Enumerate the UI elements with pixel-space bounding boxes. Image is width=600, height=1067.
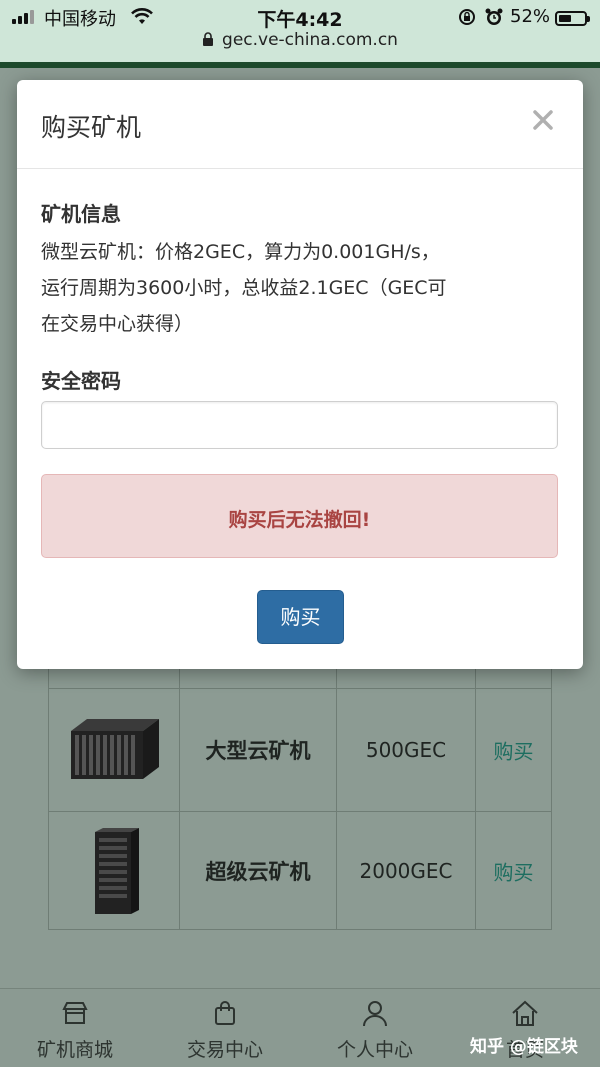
product-table: 大型云矿机 500GEC 购买 超级云矿机 2000GEC 购买 (48, 658, 552, 930)
product-name: 大型云矿机 (205, 739, 311, 763)
password-label: 安全密码 (41, 369, 121, 393)
address-bar[interactable]: gec.ve-china.com.cn (0, 30, 600, 58)
nav-label: 个人中心 (336, 1039, 413, 1061)
password-input[interactable] (41, 401, 558, 449)
product-price: 2000GEC (359, 859, 453, 883)
battery-icon (555, 11, 590, 26)
watermark: 知乎 @链区块 (470, 1037, 578, 1057)
url-text: gec.ve-china.com.cn (222, 30, 398, 50)
status-row: 中国移动 下午4:42 52% (0, 4, 600, 31)
nav-item-trade[interactable]: 交易中心 (150, 989, 300, 1067)
buy-link[interactable]: 购买 (476, 857, 551, 886)
server-rack-icon (71, 719, 159, 779)
status-bar: 中国移动 下午4:42 52% gec.ve-china.com.cn (0, 0, 600, 64)
product-image-cell (49, 812, 180, 930)
product-name: 超级云矿机 (205, 860, 311, 884)
buy-button[interactable]: 购买 (257, 590, 344, 644)
info-text-line: 微型云矿机：价格2GEC，算力为0.001GH/s， (41, 241, 440, 263)
table-row: 大型云矿机 500GEC 购买 (49, 689, 551, 812)
product-image-cell (49, 689, 180, 811)
modal-title: 购买矿机 (41, 113, 142, 142)
info-heading: 矿机信息 (41, 202, 121, 226)
table-row: 超级云矿机 2000GEC 购买 (49, 812, 551, 930)
buy-link[interactable]: 购买 (476, 736, 551, 765)
nav-item-profile[interactable]: 个人中心 (300, 989, 450, 1067)
battery-percent: 52% (510, 6, 551, 27)
warning-alert: 购买后无法撤回! (41, 474, 558, 558)
user-icon (363, 1001, 387, 1027)
modal-header: 购买矿机 (17, 80, 583, 169)
info-text-line: 运行周期为3600小时，总收益2.1GEC（GEC可 (41, 277, 447, 299)
server-tower-icon (95, 828, 139, 914)
rotation-lock-icon (459, 9, 475, 25)
info-text-line: 在交易中心获得） (41, 313, 194, 335)
nav-label: 交易中心 (186, 1039, 263, 1061)
nav-item-store[interactable]: 矿机商城 (0, 989, 150, 1067)
close-icon[interactable] (529, 106, 557, 134)
home-icon (512, 1000, 538, 1026)
warning-text: 购买后无法撤回! (228, 509, 371, 531)
nav-label: 矿机商城 (36, 1039, 113, 1061)
product-price: 500GEC (365, 738, 447, 762)
lock-icon (203, 32, 214, 46)
store-icon (62, 1002, 88, 1024)
shopping-bag-icon (215, 1001, 235, 1025)
purchase-modal: 购买矿机 矿机信息 微型云矿机：价格2GEC，算力为0.001GH/s， 运行周… (17, 80, 583, 669)
alarm-icon (485, 8, 503, 25)
